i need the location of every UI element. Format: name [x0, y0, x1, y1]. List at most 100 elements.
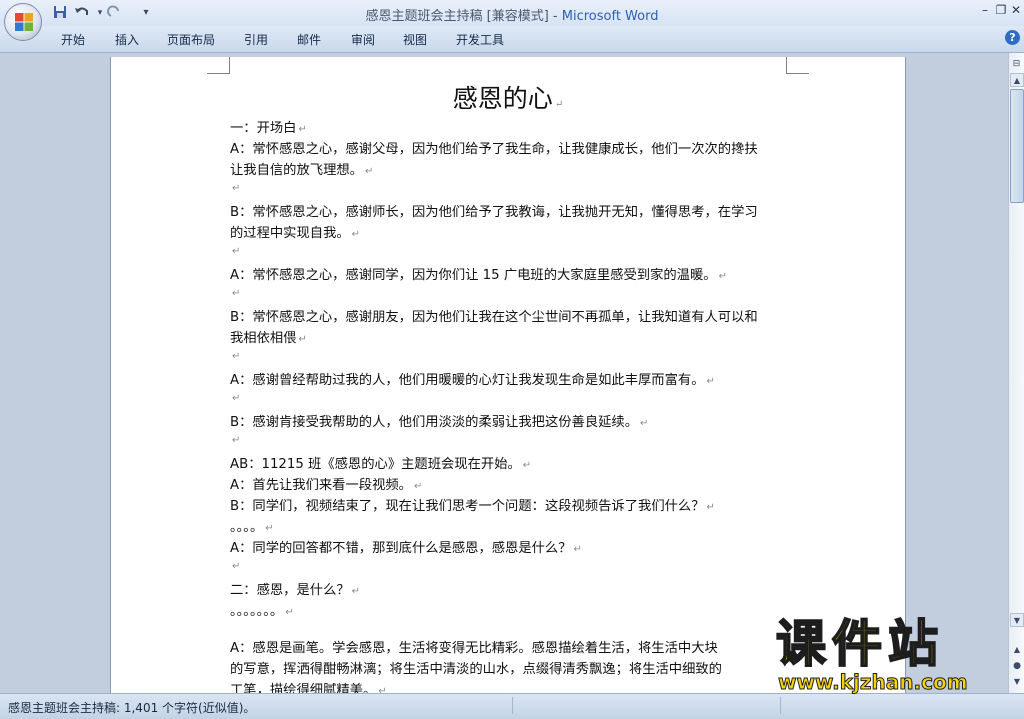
scroll-down-button[interactable]: ▼	[1010, 613, 1024, 627]
office-button[interactable]	[4, 3, 42, 41]
doc-line: B：常怀感恩之心，感谢师长，因为他们给予了我教诲，让我抛开无知，懂得思考，在学习	[230, 201, 758, 220]
doc-line: ↵	[230, 432, 240, 447]
doc-line: 我相依相偎 ↵	[230, 327, 307, 346]
doc-line-text: 工笔，描绘得细腻精美。	[230, 683, 377, 693]
doc-line: ↵	[230, 180, 240, 195]
document-page[interactable]: 感恩的心 ↵ 一：开场白 ↵ A：常怀感恩之心，感谢父母，因为他们给予了我生命，让我…	[110, 57, 906, 693]
status-bar: 感恩主题班会主持稿: 1,401 个字符(近似值)。	[0, 693, 1024, 719]
paragraph-mark: ↵	[232, 288, 241, 299]
document-workspace: 感恩的心 ↵ 一：开场白 ↵ A：常怀感恩之心，感谢父母，因为他们给予了我生命，让我…	[0, 53, 1008, 693]
doc-line-text: 我相依相偎	[230, 331, 297, 346]
watermark-logo: 课件站 www.kjzhan.com	[775, 615, 1006, 695]
tab-page-layout[interactable]: 页面布局	[167, 31, 215, 48]
paragraph-mark: ↵	[573, 544, 582, 555]
doc-line: 一：开场白 ↵	[230, 117, 307, 136]
doc-line-text: 让我自信的放飞理想。	[230, 163, 363, 178]
doc-line: 。。。。。。。 ↵	[230, 600, 294, 619]
paragraph-mark: ↵	[285, 607, 294, 618]
doc-line-text: AB：11215 班《感恩的心》主题班会现在开始。	[230, 457, 521, 472]
doc-line: 二：感恩，是什么？ ↵	[230, 579, 360, 598]
paragraph-mark: ↵	[232, 183, 241, 194]
tab-insert[interactable]: 插入	[115, 31, 139, 48]
doc-line-text: A：感谢曾经帮助过我的人，他们用暖暖的心灯让我发现生命是如此丰厚而富有。	[230, 373, 705, 388]
doc-line-text: 二：感恩，是什么？	[230, 583, 350, 598]
paragraph-mark: ↵	[522, 460, 532, 471]
tab-view[interactable]: 视图	[403, 31, 427, 48]
doc-line: AB：11215 班《感恩的心》主题班会现在开始。 ↵	[230, 453, 531, 472]
paragraph-mark: ↵	[232, 393, 241, 404]
doc-line: B：常怀感恩之心，感谢朋友，因为他们让我在这个尘世间不再孤单，让我知道有人可以和	[230, 306, 758, 325]
split-icon[interactable]: ⊟	[1011, 59, 1022, 69]
status-divider	[780, 697, 781, 714]
paragraph-mark: ↵	[232, 561, 241, 572]
scroll-up-button[interactable]: ▲	[1010, 73, 1024, 87]
title-bar: ▾ ▾ 感恩主题班会主持稿 [兼容模式] - Microsoft Word – …	[0, 0, 1024, 26]
doc-line: ↵	[230, 390, 240, 405]
doc-line-text: A：同学的回答都不错，那到底什么是感恩，感恩是什么？	[230, 541, 572, 556]
paragraph-mark: ↵	[232, 351, 241, 362]
doc-line-text: B：同学们，视频结束了，现在让我们思考一个问题：这段视频告诉了我们什么？	[230, 499, 705, 514]
doc-line: ↵	[230, 348, 240, 363]
doc-line-text: 的过程中实现自我。	[230, 226, 350, 241]
watermark-text: 课件站	[775, 615, 944, 673]
paragraph-mark: ↵	[298, 334, 307, 345]
window-title: 感恩主题班会主持稿 [兼容模式] - Microsoft Word	[0, 5, 1024, 24]
doc-line: B：同学们，视频结束了，现在让我们思考一个问题：这段视频告诉了我们什么？ ↵	[230, 495, 715, 514]
tab-review[interactable]: 审阅	[351, 31, 375, 48]
doc-line: 让我自信的放飞理想。 ↵	[230, 159, 373, 178]
doc-line: ↵	[230, 285, 240, 300]
paragraph-mark: ↵	[232, 435, 241, 446]
paragraph-mark: ↵	[364, 166, 374, 177]
tab-home[interactable]: 开始	[61, 31, 85, 48]
doc-line-text: B：常怀感恩之心，感谢朋友，因为他们让我在这个尘世间不再孤单，让我知道有人可以和	[230, 310, 758, 325]
doc-line-text: 。。。。。。。	[230, 604, 284, 619]
paragraph-mark: ↵	[351, 586, 361, 597]
previous-page-button[interactable]: ▲	[1010, 643, 1024, 657]
doc-line: 工笔，描绘得细腻精美。 ↵	[230, 679, 387, 693]
doc-line-text: A：首先让我们来看一段视频。	[230, 478, 412, 493]
close-button[interactable]: ✕	[1007, 2, 1024, 18]
document-title: 感恩主题班会主持稿 [兼容模式] -	[365, 9, 562, 24]
doc-line: 的过程中实现自我。 ↵	[230, 222, 360, 241]
crop-mark-top-left	[207, 57, 230, 74]
vertical-scrollbar[interactable]: ⊟ ▲ ▼ ▲ ● ▼	[1008, 53, 1024, 693]
doc-line: A：同学的回答都不错，那到底什么是感恩，感恩是什么？ ↵	[230, 537, 582, 556]
select-browse-object-button[interactable]: ●	[1010, 659, 1024, 673]
paragraph-mark: ↵	[298, 124, 307, 135]
status-word-count[interactable]: 感恩主题班会主持稿: 1,401 个字符(近似值)。	[8, 699, 255, 716]
paragraph-mark: ↵	[640, 418, 649, 429]
doc-line-text: A：常怀感恩之心，感谢同学，因为你们让 15 广电班的大家庭里感受到家的温暖。	[230, 268, 717, 283]
doc-line: A：常怀感恩之心，感谢父母，因为他们给予了我生命，让我健康成长，他们一次次的搀扶	[230, 138, 758, 157]
tab-mailings[interactable]: 邮件	[297, 31, 321, 48]
document-heading-text: 感恩的心	[452, 84, 553, 113]
watermark-url: www.kjzhan.com	[778, 670, 969, 695]
paragraph-mark: ↵	[351, 229, 361, 240]
doc-line-text: B：感谢肯接受我帮助的人，他们用淡淡的柔弱让我把这份善良延续。	[230, 415, 639, 430]
paragraph-mark: ↵	[718, 271, 727, 282]
doc-line-text: 。。。。	[230, 520, 264, 535]
paragraph-mark: ↵	[706, 376, 715, 387]
doc-line-text: A：常怀感恩之心，感谢父母，因为他们给予了我生命，让我健康成长，他们一次次的搀扶	[230, 142, 758, 157]
doc-line-text: B：常怀感恩之心，感谢师长，因为他们给予了我教诲，让我抛开无知，懂得思考，在学习	[230, 205, 758, 220]
office-logo-icon	[15, 13, 33, 31]
tab-references[interactable]: 引用	[244, 31, 268, 48]
doc-line: A：常怀感恩之心，感谢同学，因为你们让 15 广电班的大家庭里感受到家的温暖。 ↵	[230, 264, 727, 283]
doc-line: A：感谢曾经帮助过我的人，他们用暖暖的心灯让我发现生命是如此丰厚而富有。 ↵	[230, 369, 715, 388]
paragraph-mark: ↵	[554, 99, 564, 110]
scroll-thumb[interactable]	[1010, 89, 1024, 203]
document-heading: 感恩的心 ↵	[111, 79, 905, 115]
ribbon: 开始 插入 页面布局 引用 邮件 审阅 视图 开发工具 ?	[0, 26, 1024, 53]
paragraph-mark: ↵	[265, 523, 274, 534]
doc-line: 的写意，挥洒得酣畅淋漓；将生活中清淡的山水，点缀得清秀飘逸；将生活中细致的	[230, 658, 722, 677]
tab-developer[interactable]: 开发工具	[456, 31, 504, 48]
doc-line: ↵	[230, 558, 240, 573]
help-icon[interactable]: ?	[1005, 30, 1020, 45]
paragraph-mark: ↵	[232, 246, 241, 257]
paragraph-mark: ↵	[706, 502, 715, 513]
doc-line-text: 一：开场白	[230, 121, 297, 136]
doc-line: B：感谢肯接受我帮助的人，他们用淡淡的柔弱让我把这份善良延续。 ↵	[230, 411, 648, 430]
app-name: Microsoft Word	[561, 9, 659, 24]
doc-line-text: 的写意，挥洒得酣畅淋漓；将生活中清淡的山水，点缀得清秀飘逸；将生活中细致的	[230, 662, 722, 677]
doc-line-text: A：感恩是画笔。学会感恩，生活将变得无比精彩。感恩描绘着生活，将生活中大块	[230, 641, 718, 656]
next-page-button[interactable]: ▼	[1010, 675, 1024, 689]
